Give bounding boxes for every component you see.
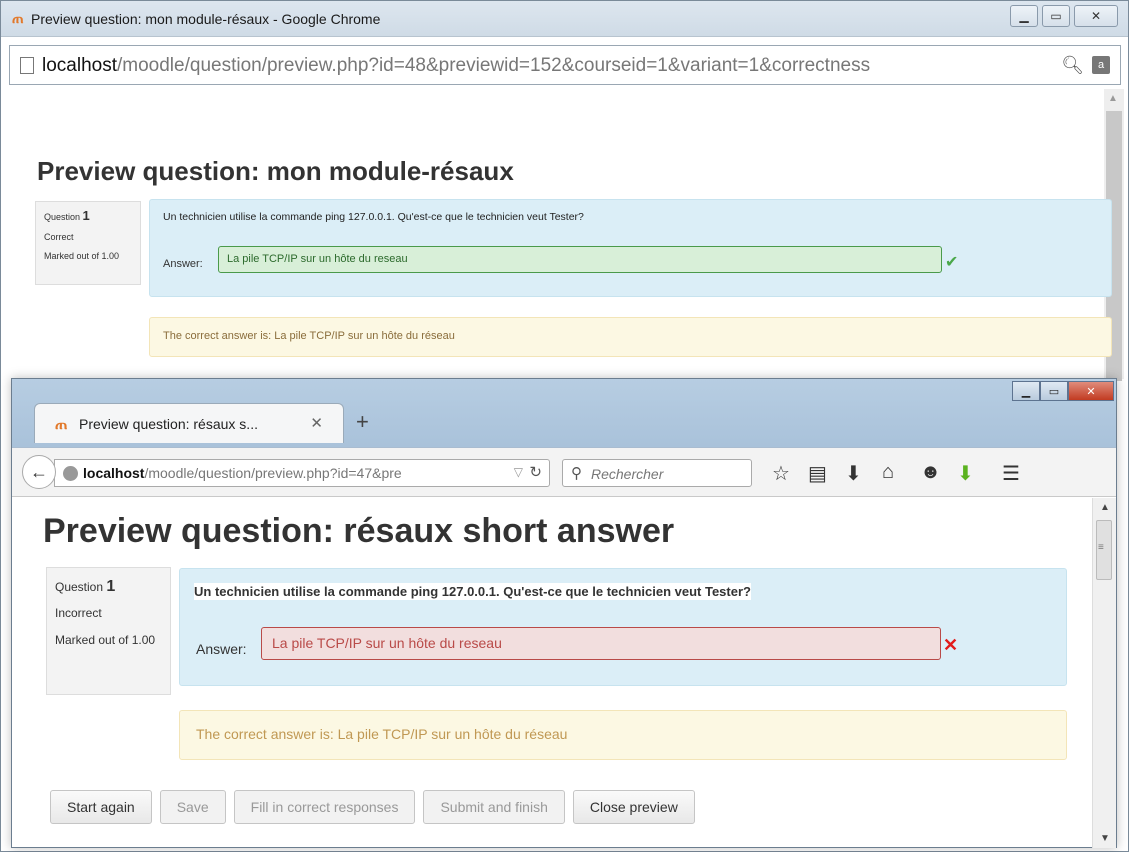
question-formulation: Un technicien utilise la commande ping 1… <box>179 568 1067 686</box>
correct-check-icon: ✔ <box>945 254 959 271</box>
url-path: /moodle/question/preview.php?id=48&previ… <box>117 55 871 76</box>
fill-correct-responses-button[interactable]: Fill in correct responses <box>233 790 416 824</box>
back-button[interactable]: ← <box>22 455 56 489</box>
globe-icon <box>63 466 78 481</box>
home-icon[interactable]: ⌂ <box>882 461 894 484</box>
question-number-value: 1 <box>82 208 90 223</box>
tab-close-icon[interactable]: ✕ <box>310 414 323 432</box>
question-number-value: 1 <box>106 578 116 595</box>
search-icon: ⚲ <box>571 465 582 482</box>
close-icon[interactable]: ✕ <box>1068 381 1114 401</box>
scroll-grip-icon: ≡ <box>1098 542 1104 553</box>
moodle-favicon-icon: ጠ <box>55 415 68 433</box>
question-state: Correct <box>44 232 74 242</box>
page-title: Preview question: résaux short answer <box>43 512 675 550</box>
question-label: Question <box>55 580 104 594</box>
chrome-window-controls: ▁ ▭ ✕ <box>1010 5 1118 27</box>
downloads-icon[interactable]: ⬇ <box>845 461 862 486</box>
new-tab-icon[interactable]: + <box>356 409 369 435</box>
url-dropdown-icon[interactable]: ▽ <box>514 465 523 479</box>
url-host: localhost <box>42 55 117 76</box>
question-number: Question 1 <box>55 578 162 596</box>
download-addon-icon[interactable]: ⬇ <box>957 461 974 486</box>
firefox-url[interactable]: localhost/moodle/question/preview.php?id… <box>83 465 493 481</box>
minimize-icon[interactable]: ▁ <box>1012 381 1040 401</box>
close-preview-button[interactable]: Close preview <box>572 790 695 824</box>
question-text: Un technicien utilise la commande ping 1… <box>194 583 751 600</box>
chat-icon[interactable]: ☻ <box>920 461 941 484</box>
preview-controls: Start again Save Fill in correct respons… <box>50 790 695 824</box>
chrome-window-title: Preview question: mon module-résaux - Go… <box>31 11 381 27</box>
menu-icon[interactable]: ☰ <box>1002 461 1020 486</box>
question-state: Incorrect <box>55 606 102 620</box>
moodle-favicon-icon: ጠ <box>12 11 24 27</box>
answer-label: Answer: <box>163 258 203 270</box>
question-grade: Marked out of 1.00 <box>55 633 156 647</box>
submit-and-finish-button[interactable]: Submit and finish <box>423 790 565 824</box>
question-label: Question <box>44 212 81 222</box>
reading-list-icon[interactable]: ▤ <box>808 461 827 486</box>
question-text: Un technicien utilise la commande ping 1… <box>163 211 584 223</box>
question-formulation: Un technicien utilise la commande ping 1… <box>149 199 1112 297</box>
url-host: localhost <box>83 465 145 481</box>
firefox-address-bar[interactable]: localhost/moodle/question/preview.php?id… <box>54 459 550 487</box>
minimize-icon[interactable]: ▁ <box>1010 5 1038 27</box>
answer-input[interactable]: La pile TCP/IP sur un hôte du reseau <box>261 627 941 660</box>
answer-input[interactable]: La pile TCP/IP sur un hôte du reseau <box>218 246 942 273</box>
tab-label: Preview question: résaux s... <box>79 416 258 432</box>
correct-answer-feedback: The correct answer is: La pile TCP/IP su… <box>179 710 1067 760</box>
back-arrow-icon: ← <box>30 462 48 482</box>
question-number: Question 1 <box>44 208 132 223</box>
incorrect-cross-icon: ✕ <box>943 635 959 655</box>
question-info-panel: Question 1 Correct Marked out of 1.00 <box>35 201 141 285</box>
scroll-up-icon[interactable]: ▲ <box>1108 93 1118 104</box>
scroll-up-icon[interactable]: ▲ <box>1100 502 1110 513</box>
reload-icon[interactable]: ↻ <box>529 463 542 481</box>
page-content: Preview question: résaux short answer Qu… <box>12 498 1092 848</box>
maximize-icon[interactable]: ▭ <box>1040 381 1068 401</box>
scroll-down-icon[interactable]: ▼ <box>1100 833 1110 844</box>
maximize-icon[interactable]: ▭ <box>1042 5 1070 27</box>
firefox-scrollbar[interactable]: ▲ ≡ ▼ <box>1092 498 1116 848</box>
tab-preview-question[interactable]: ጠ Preview question: résaux s... ✕ <box>34 403 344 443</box>
chrome-address-bar[interactable]: localhost/moodle/question/preview.php?id… <box>9 45 1121 85</box>
correct-answer-feedback: The correct answer is: La pile TCP/IP su… <box>149 317 1112 357</box>
firefox-window: ጠ Preview question: résaux s... ✕ + ▁ ▭ … <box>11 378 1117 848</box>
bookmark-star-icon[interactable]: ☆ <box>772 461 790 486</box>
question-info-panel: Question 1 Incorrect Marked out of 1.00 <box>46 567 171 695</box>
answer-label: Answer: <box>196 641 247 657</box>
question-grade: Marked out of 1.00 <box>44 251 120 261</box>
save-button[interactable]: Save <box>159 790 226 824</box>
chrome-url[interactable]: localhost/moodle/question/preview.php?id… <box>42 55 1062 77</box>
close-icon[interactable]: ✕ <box>1074 5 1118 27</box>
start-again-button[interactable]: Start again <box>50 790 152 824</box>
chrome-titlebar: ጠ Preview question: mon module-résaux - … <box>1 1 1128 37</box>
search-input[interactable]: ⚲ Rechercher <box>562 459 752 487</box>
firefox-window-controls: ▁ ▭ ✕ <box>1012 381 1114 401</box>
page-icon <box>20 57 34 74</box>
firefox-tabstrip: ጠ Preview question: résaux s... ✕ + ▁ ▭ … <box>12 379 1116 447</box>
firefox-navbar: localhost/moodle/question/preview.php?id… <box>12 447 1116 497</box>
search-placeholder: Rechercher <box>591 466 664 482</box>
zoom-icon[interactable]: 🔍︎ <box>1061 55 1084 76</box>
url-path: /moodle/question/preview.php?id=47&pre <box>144 465 402 481</box>
page-title: Preview question: mon module-résaux <box>37 156 514 186</box>
translate-icon[interactable]: a <box>1092 56 1110 74</box>
